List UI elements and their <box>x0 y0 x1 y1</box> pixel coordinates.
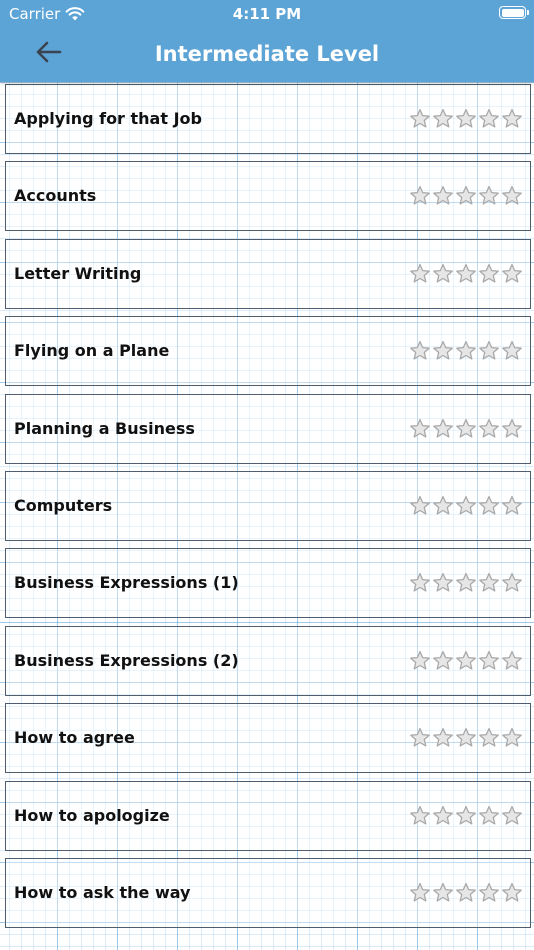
lesson-row[interactable]: How to apologize <box>5 780 531 851</box>
star-icon <box>432 185 454 206</box>
lesson-title: Computers <box>14 496 113 515</box>
star-icon <box>501 727 523 748</box>
lesson-title: How to ask the way <box>14 883 191 902</box>
star-rating <box>409 418 523 439</box>
star-rating <box>409 263 523 284</box>
star-icon <box>432 263 454 284</box>
lesson-row[interactable]: Accounts <box>5 161 531 232</box>
star-icon <box>409 882 431 903</box>
star-icon <box>478 263 500 284</box>
lesson-title: Flying on a Plane <box>14 341 170 361</box>
star-icon <box>432 418 454 439</box>
lesson-title: Planning a Business <box>14 418 195 438</box>
star-icon <box>432 727 454 748</box>
star-icon <box>409 805 431 826</box>
star-rating <box>409 495 523 516</box>
star-icon <box>455 572 477 593</box>
star-icon <box>478 727 500 748</box>
star-icon <box>478 495 500 516</box>
lesson-row[interactable]: Flying on a Plane <box>5 316 531 387</box>
star-icon <box>455 263 477 284</box>
lesson-row[interactable]: Planning a Business <box>5 393 531 464</box>
star-icon <box>501 185 523 206</box>
star-icon <box>409 340 431 361</box>
star-icon <box>432 805 454 826</box>
star-icon <box>455 882 477 903</box>
star-icon <box>409 495 431 516</box>
star-icon <box>432 650 454 671</box>
lesson-title: Letter Writing <box>14 263 142 283</box>
star-icon <box>478 572 500 593</box>
star-icon <box>501 882 523 903</box>
page-title: Intermediate Level <box>154 42 380 66</box>
star-icon <box>501 805 523 826</box>
star-icon <box>455 650 477 671</box>
lesson-row[interactable]: How to ask the way <box>5 858 531 928</box>
star-icon <box>409 572 431 593</box>
status-time: 4:11 PM <box>232 5 302 23</box>
star-icon <box>501 418 523 439</box>
star-icon <box>501 263 523 284</box>
star-icon <box>409 185 431 206</box>
lesson-row[interactable]: How to agree <box>5 703 531 774</box>
star-icon <box>409 108 431 129</box>
lesson-title: Business Expressions (1) <box>14 573 239 593</box>
lesson-title: How to agree <box>14 728 135 748</box>
star-icon <box>432 108 454 129</box>
star-icon <box>478 805 500 826</box>
star-rating <box>409 185 523 206</box>
star-icon <box>478 650 500 671</box>
star-rating <box>409 572 523 593</box>
star-icon <box>455 418 477 439</box>
star-icon <box>432 882 454 903</box>
star-icon <box>501 340 523 361</box>
star-icon <box>432 495 454 516</box>
star-icon <box>455 108 477 129</box>
star-rating <box>409 882 523 903</box>
star-icon <box>432 572 454 593</box>
star-rating <box>409 727 523 748</box>
star-icon <box>478 108 500 129</box>
lesson-row[interactable]: Business Expressions (2) <box>5 625 531 696</box>
lesson-title: Applying for that Job <box>14 109 202 128</box>
star-icon <box>501 650 523 671</box>
star-icon <box>409 650 431 671</box>
lesson-title: Accounts <box>14 186 97 206</box>
lesson-row[interactable]: Business Expressions (1) <box>5 548 531 619</box>
star-icon <box>478 185 500 206</box>
star-icon <box>409 263 431 284</box>
lesson-title: How to apologize <box>14 805 170 825</box>
lesson-title: Business Expressions (2) <box>14 650 239 670</box>
star-icon <box>432 340 454 361</box>
battery-level <box>501 8 524 17</box>
star-icon <box>455 727 477 748</box>
status-bar: Carrier 4:11 PM <box>0 0 534 28</box>
star-rating <box>409 805 523 826</box>
star-rating <box>409 340 523 361</box>
star-icon <box>455 805 477 826</box>
navigation-header: Carrier 4:11 PM Intermediate Level <box>0 0 534 82</box>
star-icon <box>478 418 500 439</box>
star-icon <box>455 495 477 516</box>
star-icon <box>501 495 523 516</box>
star-icon <box>455 340 477 361</box>
star-icon <box>455 185 477 206</box>
star-rating <box>409 650 523 671</box>
battery-icon <box>499 6 529 19</box>
star-icon <box>409 418 431 439</box>
star-icon <box>501 572 523 593</box>
lesson-row[interactable]: Applying for that Job <box>5 84 531 154</box>
lesson-row[interactable]: Computers <box>5 471 531 541</box>
star-icon <box>478 882 500 903</box>
star-icon <box>501 108 523 129</box>
lesson-row[interactable]: Letter Writing <box>5 238 531 309</box>
star-icon <box>409 727 431 748</box>
star-rating <box>409 108 523 129</box>
star-icon <box>478 340 500 361</box>
